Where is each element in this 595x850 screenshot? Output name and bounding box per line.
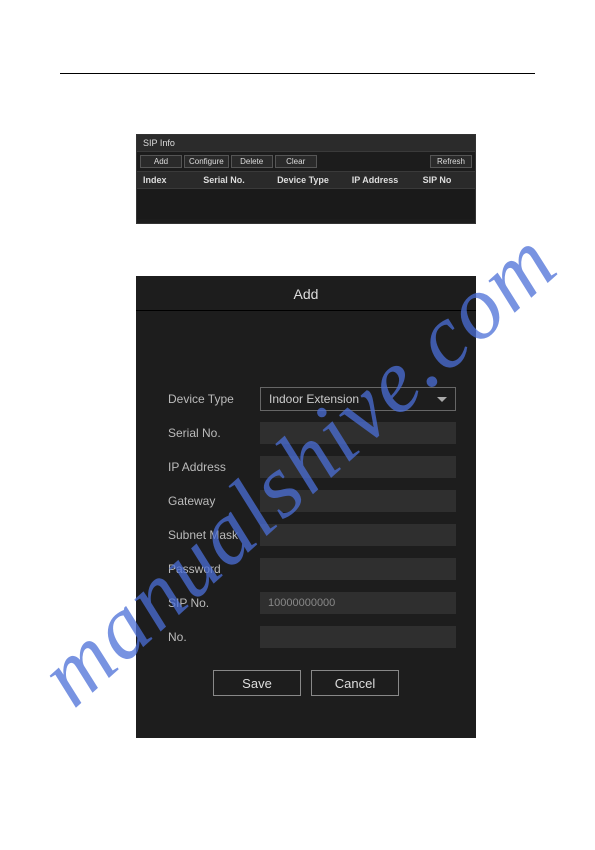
subnet-mask-input[interactable] xyxy=(260,524,456,546)
table-header: Index Serial No. Device Type IP Address … xyxy=(137,171,475,189)
no-input[interactable] xyxy=(260,626,456,648)
cancel-button[interactable]: Cancel xyxy=(311,670,399,696)
dialog-button-row: Save Cancel xyxy=(136,670,476,696)
add-dialog: Add Device Type Indoor Extension Serial … xyxy=(136,276,476,738)
ip-address-input[interactable] xyxy=(260,456,456,478)
label-ip-address: IP Address xyxy=(168,460,260,474)
label-subnet-mask: Subnet Mask xyxy=(168,528,260,542)
add-button[interactable]: Add xyxy=(140,155,182,168)
clear-button[interactable]: Clear xyxy=(275,155,317,168)
form-area: Device Type Indoor Extension Serial No. … xyxy=(136,311,476,649)
col-header-ip: IP Address xyxy=(343,175,407,185)
dialog-title: Add xyxy=(136,276,476,311)
sip-info-panel: SIP Info Add Configure Delete Clear Refr… xyxy=(136,134,476,224)
col-header-sip: SIP No xyxy=(407,175,467,185)
gateway-input[interactable] xyxy=(260,490,456,512)
configure-button[interactable]: Configure xyxy=(184,155,229,168)
col-header-device: Device Type xyxy=(263,175,343,185)
row-device-type: Device Type Indoor Extension xyxy=(168,387,456,411)
password-input[interactable] xyxy=(260,558,456,580)
row-password: Password xyxy=(168,557,456,581)
device-type-value: Indoor Extension xyxy=(269,392,359,406)
delete-button[interactable]: Delete xyxy=(231,155,273,168)
row-no: No. xyxy=(168,625,456,649)
toolbar-spacer xyxy=(319,155,428,168)
serial-no-input[interactable] xyxy=(260,422,456,444)
label-device-type: Device Type xyxy=(168,392,260,406)
label-sip-no: SIP No. xyxy=(168,596,260,610)
row-serial-no: Serial No. xyxy=(168,421,456,445)
device-type-select[interactable]: Indoor Extension xyxy=(260,387,456,411)
label-serial-no: Serial No. xyxy=(168,426,260,440)
label-no: No. xyxy=(168,630,260,644)
save-button[interactable]: Save xyxy=(213,670,301,696)
chevron-down-icon xyxy=(437,397,447,402)
row-gateway: Gateway xyxy=(168,489,456,513)
sip-no-input[interactable] xyxy=(260,592,456,614)
label-gateway: Gateway xyxy=(168,494,260,508)
refresh-button[interactable]: Refresh xyxy=(430,155,472,168)
sip-toolbar: Add Configure Delete Clear Refresh xyxy=(137,152,475,171)
col-header-index: Index xyxy=(137,175,185,185)
label-password: Password xyxy=(168,562,260,576)
top-divider xyxy=(60,73,535,74)
row-sip-no: SIP No. xyxy=(168,591,456,615)
row-subnet-mask: Subnet Mask xyxy=(168,523,456,547)
table-body-empty xyxy=(137,189,475,219)
col-header-serial: Serial No. xyxy=(185,175,263,185)
row-ip-address: IP Address xyxy=(168,455,456,479)
sip-info-title: SIP Info xyxy=(137,135,475,152)
